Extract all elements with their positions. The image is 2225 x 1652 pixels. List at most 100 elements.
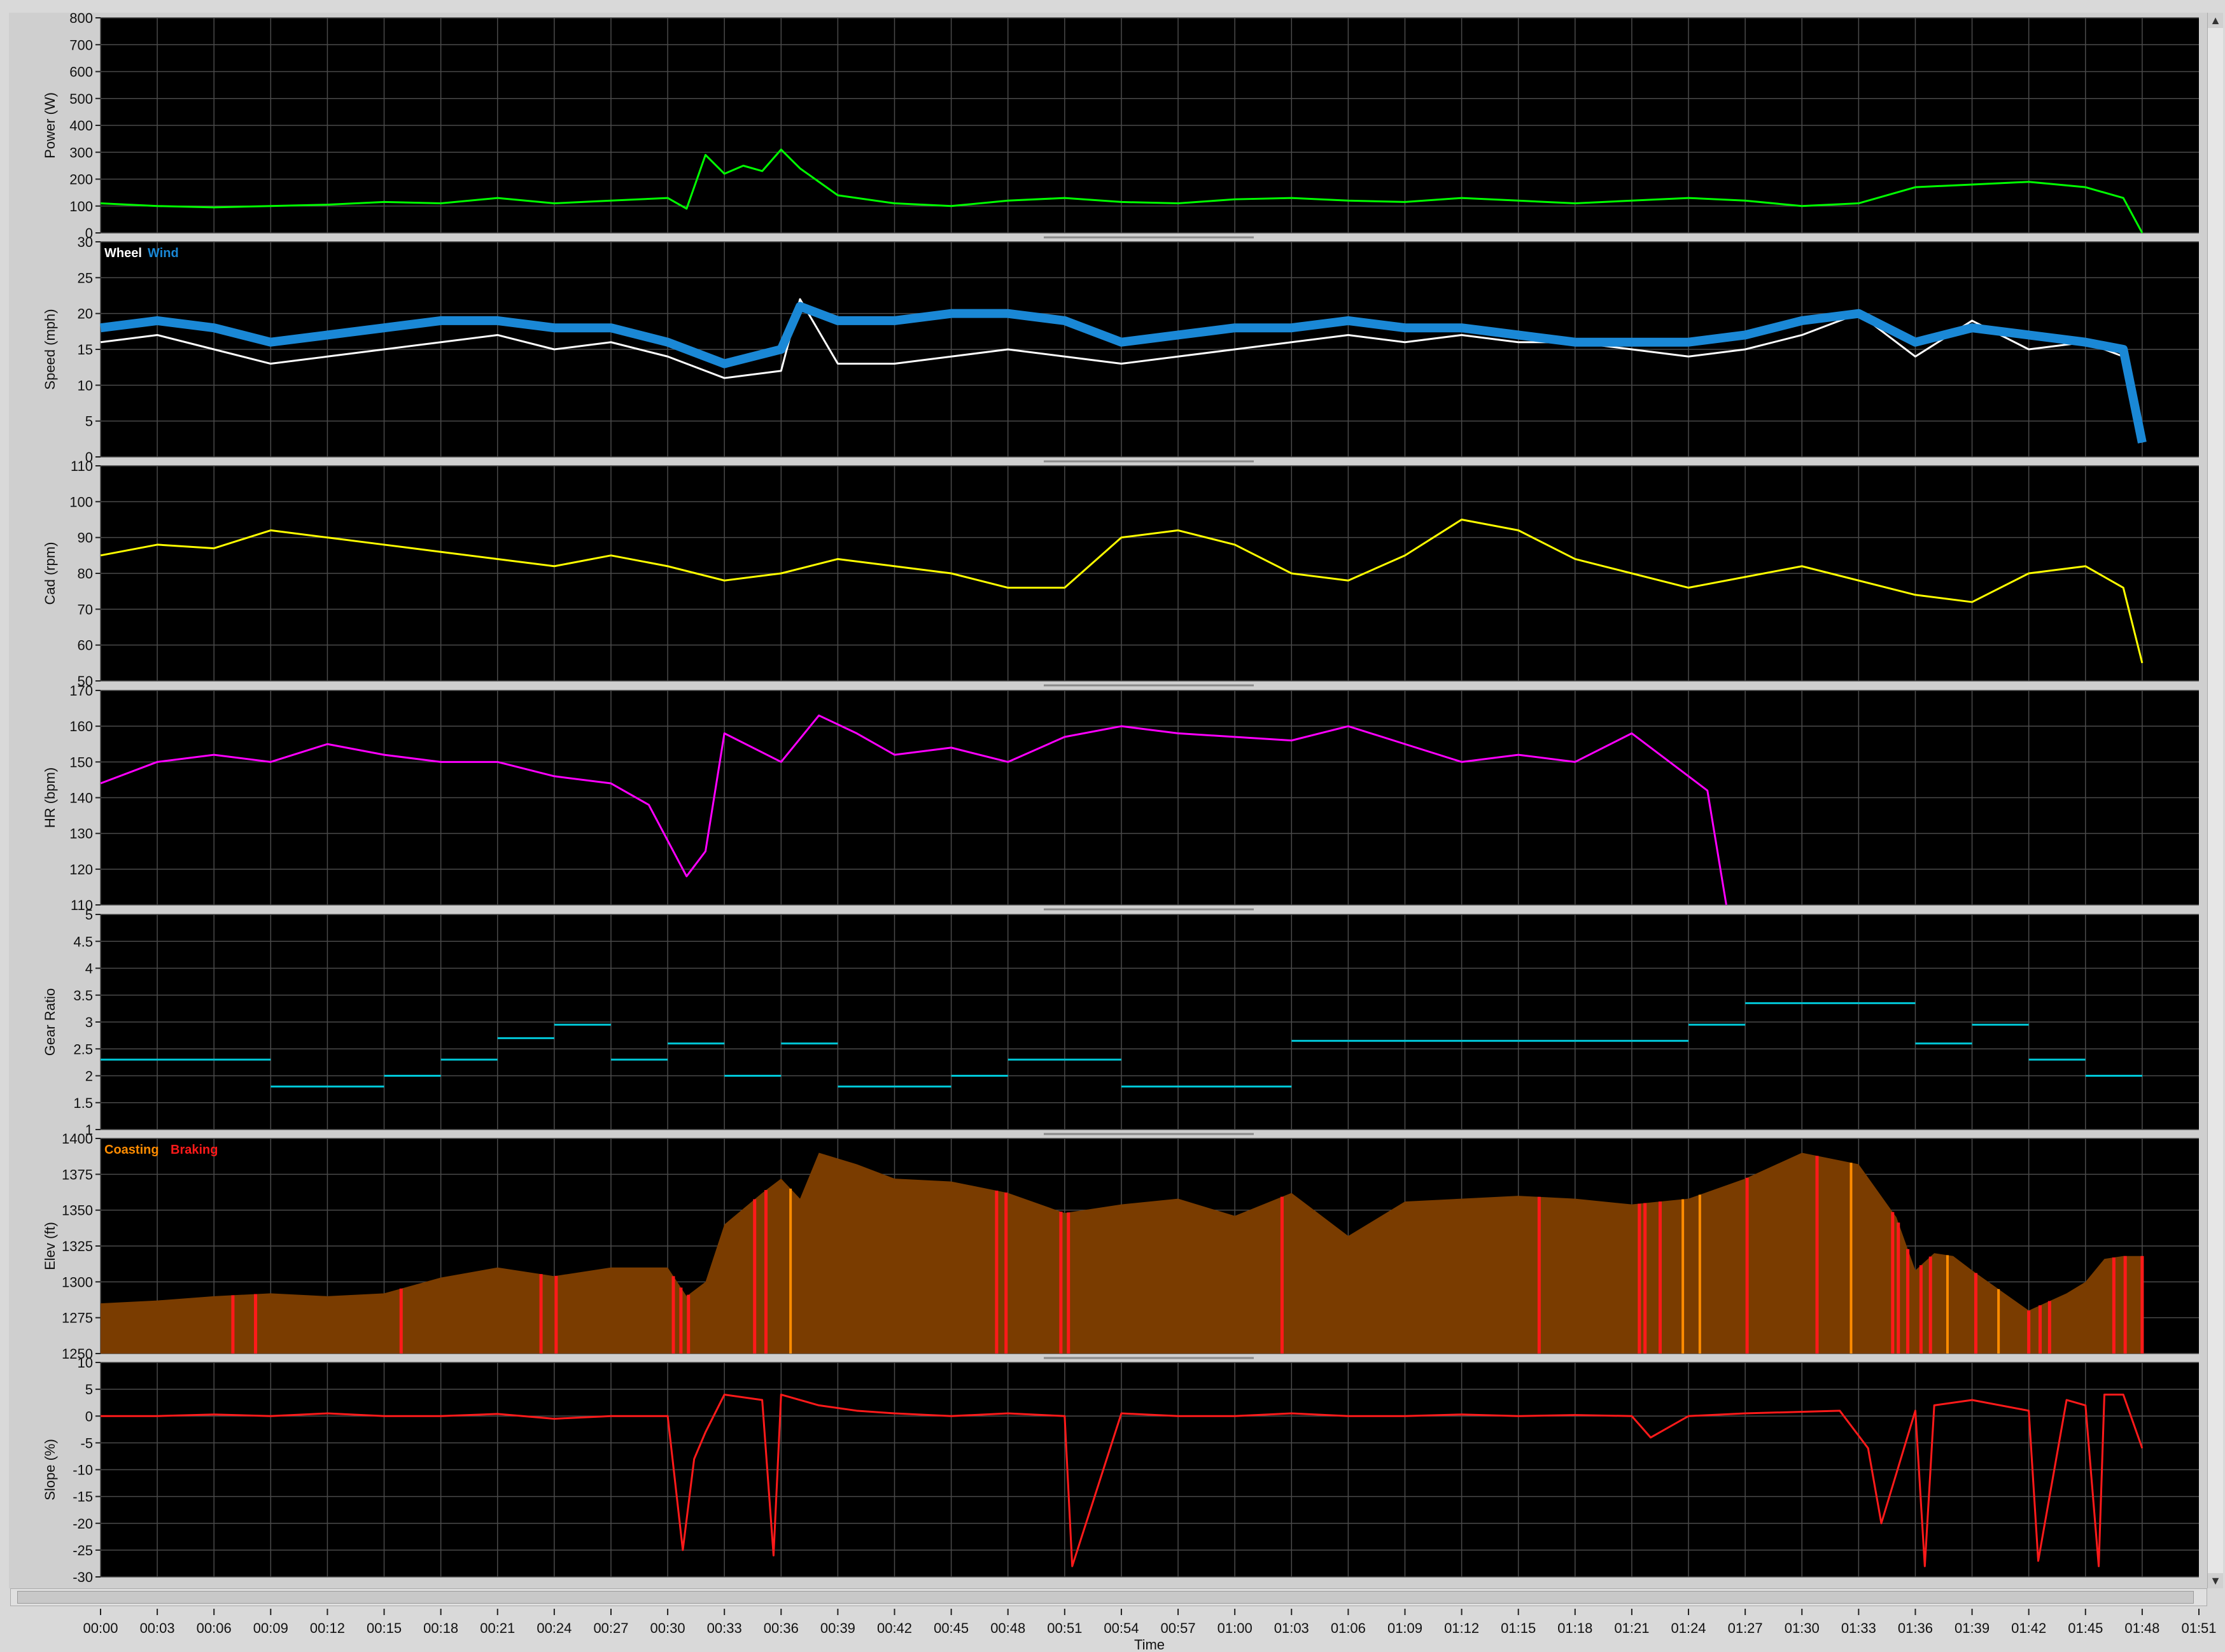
- y-tick-label: 1375: [62, 1166, 93, 1182]
- vertical-scrollbar[interactable]: ▲ ▼: [2207, 13, 2223, 1588]
- multi-chart-window: 800 700 600 500 400 300 200 100 0 Power (W) 30 25 20…: [0, 0, 2225, 1652]
- x-tick-label: 01:30: [1785, 1620, 1820, 1636]
- y-tick-label: 110: [71, 458, 93, 474]
- panel-elev: 1400137513501325130012751250Elev (ft)Coa…: [42, 1131, 2199, 1362]
- y-axis-label: Gear Ratio: [42, 988, 58, 1056]
- x-tick-label: 00:45: [934, 1620, 969, 1636]
- y-tick-label: 1275: [62, 1310, 93, 1326]
- y-axis-label: Speed (mph): [42, 309, 58, 389]
- y-tick-label: -5: [80, 1435, 93, 1451]
- x-tick-label: 00:18: [423, 1620, 458, 1636]
- legend-entry: Wheel: [104, 246, 142, 260]
- y-tick-label: 0: [85, 1408, 93, 1424]
- x-tick-label: 01:42: [2011, 1620, 2046, 1636]
- scroll-down-icon[interactable]: ▼: [2208, 1573, 2223, 1588]
- y-tick-label: 160: [69, 718, 93, 734]
- x-tick-label: 01:33: [1841, 1620, 1876, 1636]
- y-tick-label: 150: [69, 754, 93, 770]
- y-axis-label: Cad (rpm): [42, 542, 58, 605]
- x-tick-label: 01:00: [1218, 1620, 1253, 1636]
- x-tick-label: 00:48: [990, 1620, 1025, 1636]
- y-tick-label: -25: [73, 1543, 93, 1558]
- y-tick-label: 120: [69, 862, 93, 878]
- y-tick-label: 5: [85, 1382, 93, 1397]
- x-tick-label: 00:54: [1104, 1620, 1139, 1636]
- legend-entry: Braking: [171, 1143, 218, 1157]
- x-tick-label: 00:57: [1161, 1620, 1196, 1636]
- y-tick-label: 130: [69, 826, 93, 842]
- y-tick-label: 300: [69, 144, 93, 160]
- x-axis-label: Time: [1134, 1637, 1165, 1652]
- ride-plots: 8007006005004003002001000Power (W)302520…: [9, 10, 2217, 1652]
- y-tick-label: 90: [78, 530, 93, 546]
- x-tick-label: 01:48: [2124, 1620, 2159, 1636]
- legend-entry: Coasting: [104, 1143, 159, 1157]
- x-tick-label: 00:03: [140, 1620, 175, 1636]
- x-tick-label: 00:27: [593, 1620, 628, 1636]
- y-tick-label: 700: [69, 37, 93, 53]
- y-tick-label: 4: [85, 961, 93, 977]
- x-tick-label: 01:12: [1444, 1620, 1479, 1636]
- y-tick-label: 100: [69, 199, 93, 214]
- y-axis-label: HR (bpm): [42, 767, 58, 828]
- x-tick-label: 01:24: [1671, 1620, 1706, 1636]
- x-tick-label: 01:03: [1274, 1620, 1309, 1636]
- x-tick-label: 01:27: [1728, 1620, 1763, 1636]
- horizontal-scrollbar[interactable]: [10, 1588, 2207, 1606]
- y-tick-label: 10: [78, 377, 93, 393]
- y-tick-label: 2: [85, 1068, 93, 1084]
- y-tick-label: 80: [78, 566, 93, 582]
- y-tick-label: 5: [85, 414, 93, 430]
- panel-hr: 170160150140130120110HR (bpm): [42, 683, 2199, 913]
- y-tick-label: -30: [73, 1569, 93, 1585]
- x-tick-label: 01:06: [1331, 1620, 1366, 1636]
- x-tick-label: 00:21: [480, 1620, 515, 1636]
- x-tick-label: 00:36: [764, 1620, 799, 1636]
- x-tick-label: 01:18: [1557, 1620, 1592, 1636]
- x-tick-label: 00:30: [650, 1620, 685, 1636]
- y-tick-label: 800: [69, 10, 93, 26]
- panel-slope: 10 5 0 -5 -10 -15 -20 -25 -30 Slope (%): [42, 1355, 2199, 1585]
- horizontal-scroll-thumb[interactable]: [17, 1591, 2194, 1604]
- y-tick-label: 4.5: [73, 934, 93, 949]
- y-axis-label: Elev (ft): [42, 1222, 58, 1270]
- x-tick-label: 00:06: [197, 1620, 232, 1636]
- x-tick-label: 00:42: [877, 1620, 912, 1636]
- y-tick-label: 15: [78, 342, 93, 358]
- x-tick-label: 01:15: [1501, 1620, 1536, 1636]
- y-axis-label: Power (W): [42, 92, 58, 158]
- y-tick-label: 500: [69, 91, 93, 107]
- y-tick-label: 100: [69, 494, 93, 510]
- x-tick-label: 00:33: [707, 1620, 742, 1636]
- panel-power: 8007006005004003002001000Power (W): [42, 10, 2199, 241]
- y-tick-label: 1325: [62, 1238, 93, 1254]
- y-tick-label: 400: [69, 118, 93, 134]
- x-tick-label: 01:45: [2068, 1620, 2103, 1636]
- panel-cadence: 1101009080706050Cad (rpm): [42, 458, 2199, 689]
- y-tick-label: 5: [85, 907, 93, 923]
- y-tick-label: 2.5: [73, 1041, 93, 1057]
- time-axis: 00:00 00:03 00:06 00:09 00:12 00:15 00:18 00:21…: [83, 1609, 2217, 1652]
- y-tick-label: 1350: [62, 1203, 93, 1219]
- y-tick-label: -15: [73, 1489, 93, 1505]
- panel-speed: 302520151050Speed (mph)Wheel Wind: [42, 234, 2199, 465]
- y-tick-label: 1300: [62, 1274, 93, 1290]
- x-tick-label: 01:21: [1614, 1620, 1649, 1636]
- legend-entry: Wind: [148, 246, 179, 260]
- x-tick-label: 00:51: [1047, 1620, 1082, 1636]
- y-tick-label: 70: [78, 601, 93, 617]
- y-tick-label: -20: [73, 1516, 93, 1532]
- y-tick-label: 200: [69, 172, 93, 188]
- x-tick-label: 01:09: [1387, 1620, 1422, 1636]
- scroll-up-icon[interactable]: ▲: [2208, 13, 2223, 28]
- x-tick-label: 01:51: [2181, 1620, 2216, 1636]
- x-tick-label: 00:12: [310, 1620, 345, 1636]
- y-tick-label: 3: [85, 1014, 93, 1030]
- x-tick-label: 00:09: [253, 1620, 288, 1636]
- y-tick-label: 1400: [62, 1131, 93, 1147]
- x-tick-label: 00:00: [83, 1620, 118, 1636]
- x-tick-label: 00:24: [537, 1620, 572, 1636]
- x-tick-label: 00:39: [820, 1620, 855, 1636]
- x-tick-label: 01:36: [1898, 1620, 1933, 1636]
- x-tick-label: 01:39: [1955, 1620, 1990, 1636]
